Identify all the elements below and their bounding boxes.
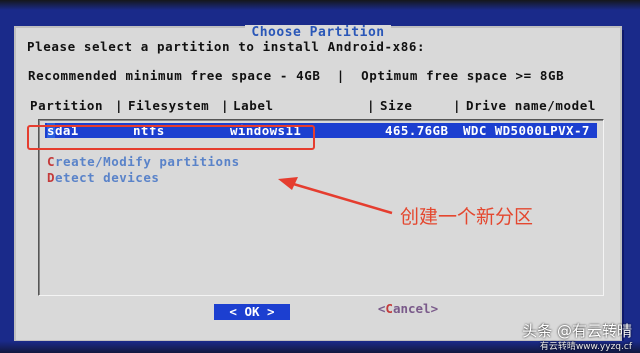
annotation-text: 创建一个新分区 — [400, 206, 534, 228]
installer-screen: Choose Partition Please select a partiti… — [0, 0, 640, 353]
watermark-url: 有云转晴www.yyzq.cf — [539, 342, 632, 352]
watermark: 头条 @有云转晴 — [522, 322, 632, 340]
annotation-arrow-icon — [278, 177, 393, 215]
